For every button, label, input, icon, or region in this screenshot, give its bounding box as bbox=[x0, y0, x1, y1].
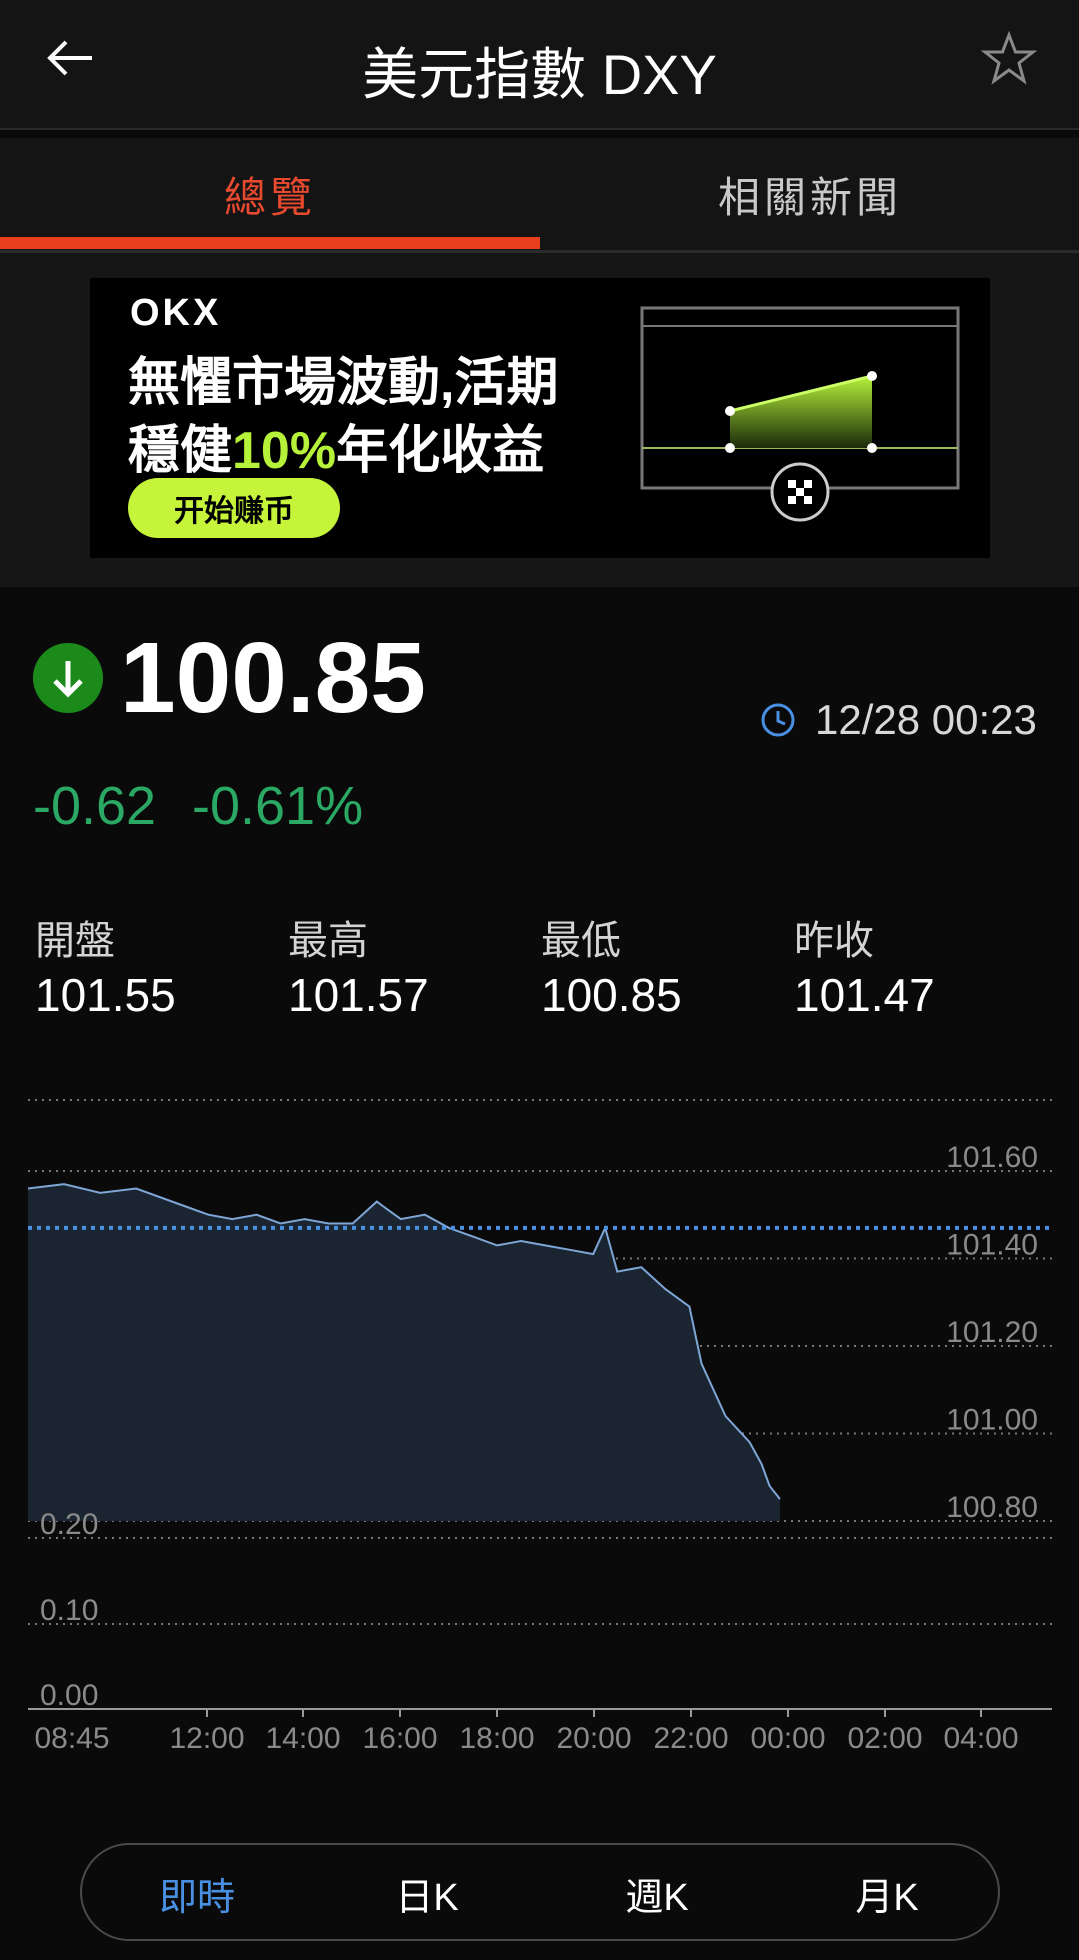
stat-open-label: 開盤 bbox=[35, 919, 115, 963]
ad-headline-2-suffix: 年化收益 bbox=[336, 422, 545, 480]
clock-icon bbox=[760, 702, 796, 738]
tab-related-news[interactable]: 相關新聞 bbox=[540, 138, 1079, 250]
ad-headline-2: 穩健10%年化收益 bbox=[128, 408, 544, 483]
stat-open-value: 101.55 bbox=[35, 969, 176, 1021]
volume-tick-label: 0.00 bbox=[40, 1679, 98, 1712]
period-realtime[interactable]: 即時 bbox=[82, 1845, 312, 1941]
ad-cta-button[interactable]: 开始赚币 bbox=[128, 478, 340, 538]
ad-chart-graphic bbox=[640, 306, 960, 522]
ad-headline-1: 無懼市場波動,活期 bbox=[128, 354, 559, 412]
period-selector: 即時 日K 週K 月K bbox=[80, 1843, 1000, 1941]
tab-overview[interactable]: 總覽 bbox=[0, 138, 540, 250]
ad-headline-2-prefix: 穩健 bbox=[128, 422, 233, 480]
volume-tick-label: 0.20 bbox=[40, 1508, 98, 1541]
x-tick-label: 08:45 bbox=[34, 1722, 109, 1755]
ad-banner[interactable]: OKX 無懼市場波動,活期 穩健10%年化收益 开始赚币 bbox=[90, 278, 990, 558]
x-tick-label: 22:00 bbox=[653, 1722, 728, 1755]
volume-tick-label: 0.10 bbox=[40, 1594, 98, 1627]
y-tick-label: 101.40 bbox=[946, 1229, 1038, 1262]
ad-logo: OKX bbox=[130, 292, 222, 334]
x-tick-label: 18:00 bbox=[459, 1722, 534, 1755]
ad-section: OKX 無懼市場波動,活期 穩健10%年化收益 开始赚币 bbox=[0, 253, 1079, 587]
page-title: 美元指數 DXY bbox=[362, 43, 717, 106]
intraday-chart[interactable]: 101.60 101.40 101.20 101.00 100.80 0.20 0.10 0.… bbox=[0, 1080, 1079, 1770]
price-area-fill bbox=[28, 1184, 780, 1521]
stat-high-value: 101.57 bbox=[288, 969, 429, 1021]
current-price: 100.85 bbox=[120, 622, 426, 734]
y-tick-label: 101.60 bbox=[946, 1141, 1038, 1174]
down-arrow-circle-icon bbox=[33, 643, 103, 713]
period-weekly[interactable]: 週K bbox=[542, 1845, 772, 1941]
x-tick-label: 16:00 bbox=[362, 1722, 437, 1755]
price-change: -0.62 bbox=[33, 776, 157, 836]
top-bar: 美元指數 DXY bbox=[0, 0, 1079, 130]
y-tick-label: 101.20 bbox=[946, 1316, 1038, 1349]
y-tick-label: 100.80 bbox=[946, 1491, 1038, 1524]
x-tick-label: 02:00 bbox=[847, 1722, 922, 1755]
stat-low-value: 100.85 bbox=[541, 969, 682, 1021]
x-tick-label: 00:00 bbox=[750, 1722, 825, 1755]
period-monthly[interactable]: 月K bbox=[772, 1845, 1002, 1941]
x-tick-label: 04:00 bbox=[943, 1722, 1018, 1755]
price-change-percent: -0.61% bbox=[192, 776, 364, 836]
stat-prev-close-value: 101.47 bbox=[794, 969, 935, 1021]
x-tick-label: 12:00 bbox=[169, 1722, 244, 1755]
stat-low-label: 最低 bbox=[541, 919, 621, 963]
stat-prev-close-label: 昨收 bbox=[794, 919, 874, 963]
period-daily[interactable]: 日K bbox=[312, 1845, 542, 1941]
tab-bar: 總覽 相關新聞 bbox=[0, 138, 1079, 253]
x-tick-label: 20:00 bbox=[556, 1722, 631, 1755]
quote-timestamp: 12/28 00:23 bbox=[815, 696, 1037, 743]
x-tick-label: 14:00 bbox=[265, 1722, 340, 1755]
y-tick-label: 101.00 bbox=[946, 1404, 1038, 1437]
stat-high-label: 最高 bbox=[288, 919, 368, 963]
active-tab-indicator bbox=[0, 237, 540, 249]
ad-highlight-rate: 10% bbox=[232, 422, 337, 480]
star-outline-icon[interactable] bbox=[979, 30, 1039, 90]
